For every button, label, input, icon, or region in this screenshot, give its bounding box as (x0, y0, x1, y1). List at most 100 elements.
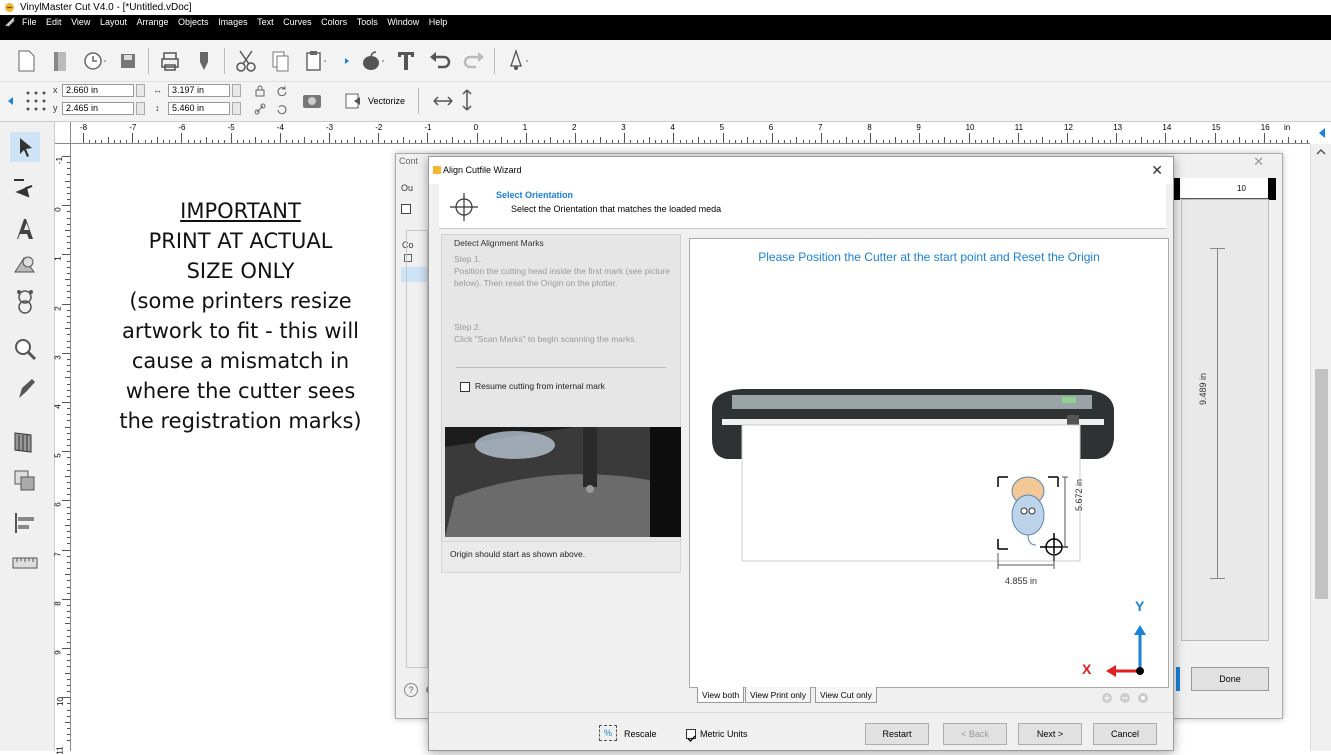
zoom-tool-icon[interactable] (10, 334, 40, 364)
fill-pattern-icon[interactable] (10, 427, 40, 457)
scrollbar-thumb[interactable] (1315, 369, 1328, 599)
weld-tool-icon[interactable] (10, 466, 40, 496)
system-menu-icon[interactable] (5, 17, 16, 28)
y-position-field[interactable]: 2.465 in (62, 102, 134, 115)
cancel-button[interactable]: Cancel (1093, 723, 1157, 745)
ruler-v-tick (67, 358, 70, 360)
preview-viewer[interactable]: Please Position the Cutter at the start … (689, 238, 1169, 688)
cut-send-icon[interactable] (190, 47, 218, 75)
done-button[interactable]: Done (1191, 667, 1269, 691)
ruler-h-tick (636, 140, 638, 143)
wizard-close-icon[interactable]: ✕ (1151, 162, 1163, 179)
zoom-out-icon[interactable] (1119, 692, 1131, 704)
paste-icon[interactable] (300, 47, 328, 75)
vectorize-label[interactable]: Vectorize (368, 96, 405, 106)
tab-view-cut-only[interactable]: View Cut only (815, 687, 877, 703)
clipart-bear-icon[interactable] (10, 286, 40, 316)
zoom-in-icon[interactable] (1101, 692, 1113, 704)
flip-horizontal-icon[interactable] (432, 94, 454, 108)
x-position-field[interactable]: 2.660 in (62, 84, 134, 97)
metric-units-checkbox[interactable] (686, 729, 696, 742)
ruler-h-tick (1165, 133, 1167, 143)
help-icon[interactable]: ? (404, 683, 418, 697)
text-tool-a-icon[interactable] (10, 214, 40, 244)
menu-file[interactable]: File (22, 15, 37, 29)
zoom-fit-icon[interactable] (1137, 692, 1149, 704)
width-field[interactable]: 3.197 in (168, 84, 230, 97)
menu-tools[interactable]: Tools (357, 15, 378, 29)
menu-text[interactable]: Text (257, 15, 274, 29)
ruler-h-label: -3 (326, 123, 334, 132)
resume-checkbox[interactable] (460, 382, 470, 392)
menu-view[interactable]: View (71, 15, 90, 29)
bg-checkbox[interactable] (401, 204, 411, 214)
ruler-h-tick (279, 133, 281, 143)
menu-layout[interactable]: Layout (100, 15, 127, 29)
apple-icon[interactable] (358, 47, 386, 75)
bg-close-icon[interactable]: ✕ (1253, 154, 1264, 170)
menu-help[interactable]: Help (429, 15, 448, 29)
ruler-v-tick (62, 598, 70, 600)
vectorize-icon[interactable] (344, 92, 364, 110)
print-warning-note[interactable]: IMPORTANT PRINT AT ACTUAL SIZE ONLY (som… (74, 196, 407, 436)
y-spinner[interactable] (136, 102, 145, 115)
scroll-up-icon[interactable] (1316, 148, 1326, 156)
link-icon[interactable] (254, 103, 266, 115)
align-tool-icon[interactable] (10, 508, 40, 538)
tab-view-print-only[interactable]: View Print only (745, 687, 812, 703)
menu-objects[interactable]: Objects (178, 15, 209, 29)
rotate-icon[interactable] (276, 85, 288, 97)
redo-icon[interactable] (460, 47, 488, 75)
collapse-arrow-icon[interactable] (8, 97, 14, 105)
ruler-h-tick (741, 140, 743, 143)
print-icon[interactable] (156, 47, 184, 75)
bell-alert-icon[interactable] (502, 47, 530, 75)
restart-button[interactable]: Restart (865, 723, 929, 745)
vertical-scrollbar[interactable] (1310, 144, 1331, 751)
rotate-reverse-icon[interactable] (276, 103, 288, 115)
menu-window[interactable]: Window (387, 15, 419, 29)
menu-curves[interactable]: Curves (283, 15, 312, 29)
reference-point-icon[interactable] (24, 89, 48, 113)
ruler-h-tick (89, 140, 91, 143)
ruler-h-tick (181, 133, 183, 143)
resume-label[interactable]: Resume cutting from internal mark (475, 380, 605, 392)
text-tool-icon[interactable] (392, 47, 420, 75)
select-tool-icon[interactable] (10, 132, 40, 162)
width-spinner[interactable] (232, 84, 241, 97)
ruler-h-tick (1233, 140, 1235, 143)
pen-tool-icon[interactable] (10, 374, 40, 404)
save-icon[interactable] (114, 47, 142, 75)
scan-icon[interactable] (300, 90, 324, 112)
menu-arrange[interactable]: Arrange (136, 15, 168, 29)
flip-vertical-icon[interactable] (460, 88, 474, 112)
node-edit-tool-icon[interactable] (10, 172, 40, 202)
x-spinner[interactable] (136, 84, 145, 97)
ruler-h-tick (605, 140, 607, 143)
undo-icon[interactable] (426, 47, 454, 75)
ruler-h-tick (261, 140, 263, 143)
copy-icon[interactable] (266, 47, 294, 75)
back-button[interactable]: < Back (943, 723, 1007, 745)
ruler-corner[interactable] (55, 122, 71, 144)
menu-colors[interactable]: Colors (321, 15, 347, 29)
open-document-icon[interactable] (46, 47, 74, 75)
shape-tool-icon[interactable] (10, 250, 40, 280)
new-document-icon[interactable] (12, 47, 40, 75)
rescale-label[interactable]: Rescale (624, 729, 657, 739)
height-spinner[interactable] (232, 102, 241, 115)
menu-images[interactable]: Images (218, 15, 248, 29)
lock-icon[interactable] (254, 85, 266, 97)
recent-clock-icon[interactable] (80, 47, 108, 75)
ruler-collapse-icon[interactable] (1318, 128, 1326, 138)
height-field[interactable]: 5.460 in (168, 102, 230, 115)
ruler-v-tick (67, 168, 70, 170)
ruler-h-tick (821, 133, 822, 143)
tab-view-both[interactable]: View both (697, 687, 745, 703)
metric-units-label[interactable]: Metric Units (700, 729, 748, 739)
ruler-tool-icon[interactable] (10, 548, 40, 578)
rescale-icon[interactable]: % (599, 725, 617, 741)
menu-edit[interactable]: Edit (46, 15, 62, 29)
next-button[interactable]: Next > (1018, 723, 1082, 745)
scissors-icon[interactable] (232, 47, 260, 75)
